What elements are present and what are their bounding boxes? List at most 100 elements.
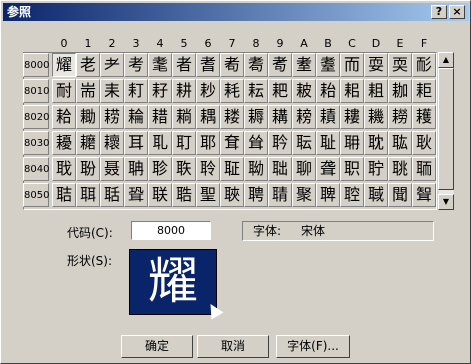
character-cell[interactable]: 耯 [412,105,436,129]
character-cell[interactable]: 耶 [196,131,220,155]
character-cell[interactable]: 聄 [148,157,172,181]
character-cell[interactable]: 耇 [220,53,244,77]
character-cell[interactable]: 耦 [196,105,220,129]
help-button[interactable]: ? [431,5,447,19]
character-cell[interactable]: 耬 [340,105,364,129]
character-cell[interactable]: 聆 [196,157,220,181]
character-cell[interactable]: 聘 [244,183,268,207]
character-cell[interactable]: 耴 [148,131,172,155]
character-cell[interactable]: 耷 [220,131,244,155]
character-cell[interactable]: 耭 [364,105,388,129]
character-cell[interactable]: 聑 [76,183,100,207]
character-cell[interactable]: 聎 [388,157,412,181]
character-cell[interactable]: 聏 [412,157,436,181]
character-cell[interactable]: 聊 [292,157,316,181]
code-input[interactable]: 8000 [131,221,211,240]
character-cell[interactable]: 耐 [52,79,76,103]
character-cell[interactable]: 耲 [100,131,124,155]
character-cell[interactable]: 耆 [196,53,220,77]
character-cell[interactable]: 职 [340,157,364,181]
character-cell[interactable]: 聛 [316,183,340,207]
character-cell[interactable]: 耔 [148,79,172,103]
scroll-up-button[interactable]: ▲ [438,52,454,68]
character-cell[interactable]: 耝 [364,79,388,103]
cancel-button[interactable]: 取消 [197,335,269,358]
character-cell[interactable]: 耸 [244,131,268,155]
character-cell[interactable]: 耄 [148,53,172,77]
character-cell[interactable]: 聒 [100,183,124,207]
character-cell[interactable]: 耿 [412,131,436,155]
character-cell[interactable]: 耉 [268,53,292,77]
character-cell[interactable]: 聍 [364,157,388,181]
close-button[interactable]: × [449,5,465,19]
character-cell[interactable]: 耵 [172,131,196,155]
character-cell[interactable]: 耨 [244,105,268,129]
character-cell[interactable]: 耈 [244,53,268,77]
character-cell[interactable]: 耰 [52,131,76,155]
character-cell[interactable]: 聉 [268,157,292,181]
character-cell[interactable]: 耥 [172,105,196,129]
character-cell[interactable]: 聞 [388,183,412,207]
character-cell[interactable]: 聟 [412,183,436,207]
character-cell[interactable]: 耹 [268,131,292,155]
character-cell[interactable]: 聕 [172,183,196,207]
character-cell[interactable]: 耩 [268,105,292,129]
character-cell[interactable]: 聝 [364,183,388,207]
character-cell[interactable]: 耕 [172,79,196,103]
scroll-thumb[interactable] [438,68,454,190]
character-cell[interactable]: 耓 [124,79,148,103]
character-cell[interactable]: 聂 [100,157,124,181]
character-cell[interactable]: 耪 [292,105,316,129]
character-cell[interactable]: 耙 [268,79,292,103]
character-cell[interactable]: 耑 [76,79,100,103]
character-cell[interactable]: 耽 [364,131,388,155]
character-cell[interactable]: 耛 [316,79,340,103]
character-cell[interactable]: 耜 [340,79,364,103]
character-cell[interactable]: 耞 [388,79,412,103]
character-cell[interactable]: 而 [340,53,364,77]
character-cell[interactable]: 耎 [388,53,412,77]
character-cell[interactable]: 耾 [388,131,412,155]
character-cell[interactable]: 聇 [220,157,244,181]
character-cell[interactable]: 聖 [196,183,220,207]
character-cell[interactable]: 耚 [292,79,316,103]
scroll-down-button[interactable]: ▼ [438,194,454,210]
character-cell[interactable]: 聁 [76,157,100,181]
character-cell[interactable]: 耻 [316,131,340,155]
character-cell[interactable]: 耱 [76,131,100,155]
character-cell[interactable]: 耫 [316,105,340,129]
character-cell[interactable]: 聈 [244,157,268,181]
character-cell[interactable]: 耣 [124,105,148,129]
character-cell[interactable]: 聐 [52,183,76,207]
character-cell[interactable]: 聗 [220,183,244,207]
character-cell[interactable]: 耖 [196,79,220,103]
character-cell[interactable]: 聃 [124,157,148,181]
ok-button[interactable]: 确定 [121,335,193,358]
character-cell[interactable]: 老 [76,53,100,77]
character-cell[interactable]: 考 [124,53,148,77]
character-cell[interactable]: 聙 [268,183,292,207]
character-cell[interactable]: 联 [148,183,172,207]
character-cell[interactable]: 聜 [340,183,364,207]
character-cell[interactable]: 聅 [172,157,196,181]
character-cell[interactable]: 耳 [124,131,148,155]
character-cell[interactable]: 聀 [52,157,76,181]
character-cell[interactable]: 耮 [388,105,412,129]
character-cell[interactable]: 耧 [220,105,244,129]
character-cell[interactable]: 耠 [52,105,76,129]
character-cell[interactable]: 耋 [316,53,340,77]
character-cell[interactable]: 聋 [316,157,340,181]
character-cell[interactable]: 耏 [412,53,436,77]
character-cell[interactable]: 聚 [292,183,316,207]
character-cell[interactable]: 耤 [148,105,172,129]
character-cell[interactable]: 耂 [100,53,124,77]
character-cell[interactable]: 耘 [244,79,268,103]
character-cell[interactable]: 耡 [76,105,100,129]
character-cell[interactable]: 耢 [100,105,124,129]
character-cell[interactable]: 耟 [412,79,436,103]
character-cell[interactable]: 耗 [220,79,244,103]
character-cell[interactable]: 耺 [292,131,316,155]
character-cell[interactable]: 者 [172,53,196,77]
vertical-scrollbar[interactable]: ▲ ▼ [438,52,454,210]
character-cell[interactable]: 耊 [292,53,316,77]
